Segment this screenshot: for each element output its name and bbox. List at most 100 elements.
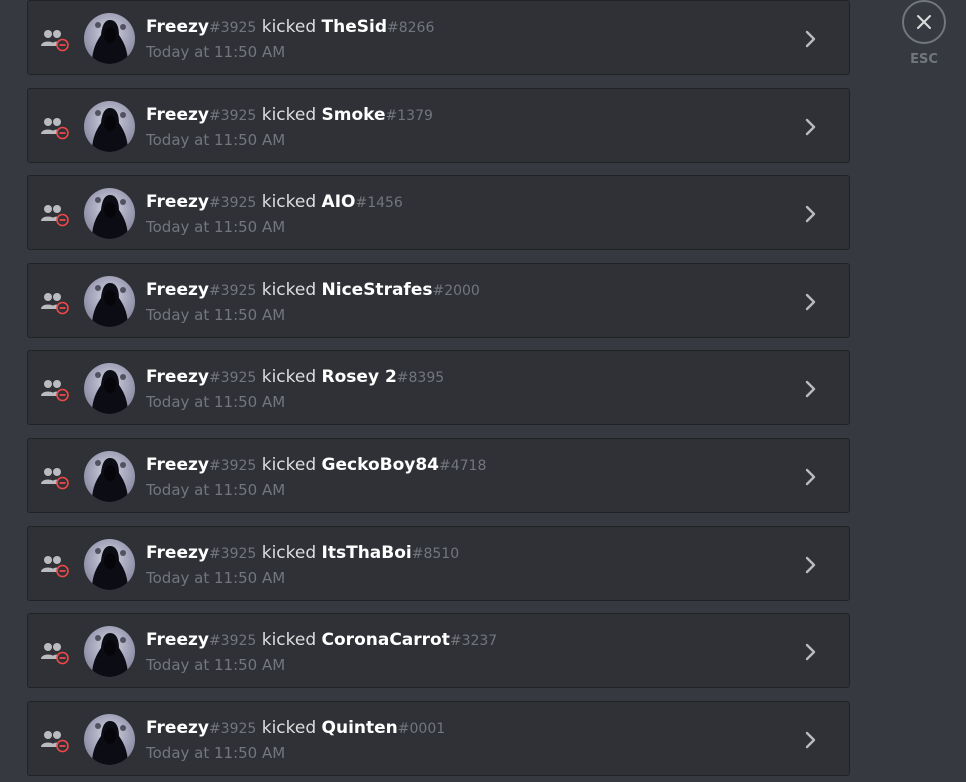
timestamp: Today at 11:50 AM bbox=[146, 481, 286, 499]
timestamp: Today at 11:50 AM bbox=[146, 393, 286, 412]
avatar[interactable] bbox=[84, 13, 135, 64]
actor-name[interactable]: Freezy bbox=[146, 718, 209, 738]
audit-log-entry[interactable]: Freezy#3925 kicked Smoke#1379 Today at 1… bbox=[27, 87, 850, 163]
target-discriminator: #8266 bbox=[387, 20, 435, 36]
target-name[interactable]: ItsThaBoi bbox=[322, 543, 412, 563]
action-verb: kicked bbox=[261, 455, 317, 475]
hooded-figure-avatar-icon bbox=[92, 107, 128, 152]
chevron-right-icon[interactable] bbox=[803, 555, 819, 575]
hooded-figure-avatar-icon bbox=[92, 282, 128, 327]
actor-discriminator: #3925 bbox=[208, 370, 257, 387]
close-icon bbox=[917, 15, 931, 29]
actor-name[interactable]: Freezy bbox=[146, 543, 209, 563]
chevron-right-icon[interactable] bbox=[803, 204, 819, 224]
actor-discriminator: #3925 bbox=[208, 545, 257, 562]
timestamp: Today at 11:50 AM bbox=[146, 305, 286, 324]
target-name[interactable]: Smoke bbox=[322, 105, 386, 125]
esc-label: ESC bbox=[910, 52, 938, 67]
target-name[interactable]: Quinten bbox=[322, 718, 398, 738]
avatar[interactable] bbox=[84, 451, 135, 502]
target-name[interactable]: CoronaCarrot bbox=[322, 630, 450, 650]
actor-name[interactable]: Freezy bbox=[146, 367, 209, 387]
actor-name[interactable]: Freezy bbox=[146, 17, 209, 37]
audit-log-entry[interactable]: Freezy#3925 kicked AIO#1456 Today at 11:… bbox=[27, 175, 850, 251]
timestamp: Today at 11:50 AM bbox=[146, 568, 286, 587]
target-name[interactable]: AIO bbox=[322, 192, 356, 212]
audit-log-action-text: Freezy#3925 kicked AIO#1456 bbox=[146, 191, 403, 214]
target-discriminator: #8510 bbox=[411, 545, 460, 562]
audit-log-entry[interactable]: Freezy#3925 kicked Rosey 2#8395 Today at… bbox=[27, 350, 850, 426]
hooded-figure-avatar-icon bbox=[92, 195, 128, 240]
member-kick-icon bbox=[41, 292, 69, 315]
chevron-right-icon[interactable] bbox=[803, 29, 819, 49]
timestamp: Today at 11:50 AM bbox=[146, 43, 286, 61]
target-name[interactable]: NiceStrafes bbox=[322, 280, 433, 300]
action-verb: kicked bbox=[261, 279, 317, 300]
member-kick-icon bbox=[41, 380, 69, 402]
avatar[interactable] bbox=[84, 100, 135, 152]
avatar[interactable] bbox=[84, 275, 135, 327]
chevron-right-icon[interactable] bbox=[803, 467, 819, 487]
target-discriminator: #0001 bbox=[397, 720, 446, 737]
action-verb: kicked bbox=[261, 104, 317, 125]
target-discriminator: #1456 bbox=[355, 195, 403, 212]
target-discriminator: #3237 bbox=[449, 633, 498, 650]
target-discriminator: #4718 bbox=[439, 458, 487, 474]
avatar[interactable] bbox=[84, 188, 135, 240]
action-verb: kicked bbox=[261, 367, 317, 388]
hooded-figure-avatar-icon bbox=[92, 458, 128, 502]
target-name[interactable]: Rosey 2 bbox=[322, 367, 397, 387]
timestamp: Today at 11:50 AM bbox=[146, 743, 286, 762]
audit-log-action-text: Freezy#3925 kicked CoronaCarrot#3237 bbox=[146, 629, 497, 652]
action-verb: kicked bbox=[261, 192, 317, 213]
member-kick-icon bbox=[41, 468, 69, 490]
timestamp: Today at 11:50 AM bbox=[146, 130, 286, 149]
actor-discriminator: #3925 bbox=[208, 107, 257, 124]
avatar[interactable] bbox=[84, 713, 135, 765]
actor-discriminator: #3925 bbox=[208, 720, 257, 737]
member-kick-icon bbox=[41, 555, 69, 577]
timestamp: Today at 11:50 AM bbox=[146, 656, 286, 675]
target-discriminator: #1379 bbox=[385, 107, 433, 124]
audit-log-action-text: Freezy#3925 kicked NiceStrafes#2000 bbox=[146, 279, 480, 302]
audit-log-entry[interactable]: Freezy#3925 kicked CoronaCarrot#3237 Tod… bbox=[27, 613, 850, 689]
chevron-right-icon[interactable] bbox=[803, 117, 819, 137]
audit-log-action-text: Freezy#3925 kicked GeckoBoy84#4718 bbox=[146, 454, 486, 477]
close-button[interactable] bbox=[902, 0, 946, 44]
action-verb: kicked bbox=[261, 630, 317, 651]
actor-name[interactable]: Freezy bbox=[146, 630, 209, 650]
audit-log-entry[interactable]: Freezy#3925 kicked GeckoBoy84#4718 Today… bbox=[27, 438, 850, 513]
audit-log-entry[interactable]: Freezy#3925 kicked Quinten#0001 Today at… bbox=[27, 700, 850, 776]
target-discriminator: #8395 bbox=[396, 370, 445, 387]
action-verb: kicked bbox=[261, 717, 317, 738]
actor-discriminator: #3925 bbox=[208, 195, 257, 212]
target-name[interactable]: TheSid bbox=[322, 17, 387, 37]
audit-log-entry[interactable]: Freezy#3925 kicked TheSid#8266 Today at … bbox=[27, 0, 850, 75]
avatar[interactable] bbox=[84, 538, 135, 590]
hooded-figure-avatar-icon bbox=[92, 633, 128, 678]
audit-log-action-text: Freezy#3925 kicked TheSid#8266 bbox=[146, 16, 434, 39]
member-kick-icon bbox=[41, 205, 69, 227]
audit-log-action-text: Freezy#3925 kicked ItsThaBoi#8510 bbox=[146, 542, 459, 565]
target-name[interactable]: GeckoBoy84 bbox=[322, 455, 439, 475]
chevron-right-icon[interactable] bbox=[803, 292, 819, 312]
audit-log-entry[interactable]: Freezy#3925 kicked ItsThaBoi#8510 Today … bbox=[27, 525, 850, 601]
chevron-right-icon[interactable] bbox=[803, 642, 819, 662]
member-kick-icon bbox=[41, 117, 69, 139]
action-verb: kicked bbox=[261, 542, 317, 563]
actor-name[interactable]: Freezy bbox=[146, 105, 209, 125]
chevron-right-icon[interactable] bbox=[803, 379, 819, 399]
actor-name[interactable]: Freezy bbox=[146, 280, 209, 300]
hooded-figure-avatar-icon bbox=[92, 370, 128, 415]
avatar[interactable] bbox=[84, 626, 135, 678]
target-discriminator: #2000 bbox=[432, 282, 480, 299]
chevron-right-icon[interactable] bbox=[803, 730, 819, 750]
avatar[interactable] bbox=[84, 363, 135, 415]
audit-log-action-text: Freezy#3925 kicked Rosey 2#8395 bbox=[146, 366, 444, 389]
actor-name[interactable]: Freezy bbox=[146, 455, 209, 475]
audit-log-entry[interactable]: Freezy#3925 kicked NiceStrafes#2000 Toda… bbox=[27, 262, 850, 338]
hooded-figure-avatar-icon bbox=[92, 720, 128, 765]
actor-name[interactable]: Freezy bbox=[146, 192, 209, 212]
actor-discriminator: #3925 bbox=[208, 458, 257, 474]
hooded-figure-avatar-icon bbox=[92, 545, 128, 590]
